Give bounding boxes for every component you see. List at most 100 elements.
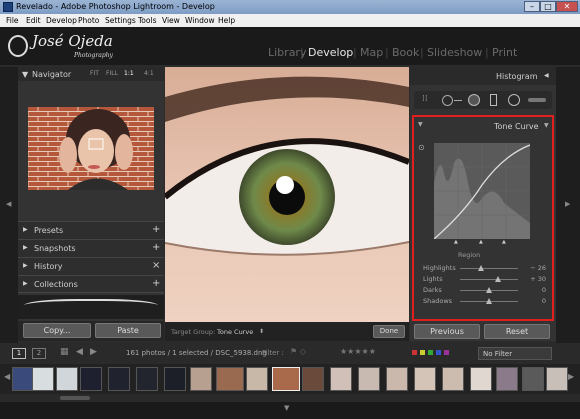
filmstrip-thumb-selected[interactable]: [272, 367, 300, 391]
back-arrow-icon[interactable]: ◀: [76, 347, 83, 357]
red-eye-icon[interactable]: [468, 94, 480, 106]
module-book[interactable]: Book: [392, 46, 419, 59]
radial-filter-icon[interactable]: [508, 94, 520, 106]
zoom-fit[interactable]: FIT: [90, 70, 99, 77]
previous-button[interactable]: Previous: [414, 324, 480, 339]
filmstrip-scrollbar-thumb[interactable]: [60, 396, 90, 400]
adjustment-brush-icon[interactable]: [528, 98, 546, 102]
collections-add-button[interactable]: +: [152, 278, 160, 289]
paste-button[interactable]: Paste: [95, 323, 161, 338]
filmstrip-thumb[interactable]: [56, 367, 78, 391]
filmstrip-thumb[interactable]: [386, 367, 408, 391]
highlights-value[interactable]: − 26: [530, 264, 546, 272]
navigator-preview[interactable]: [28, 107, 154, 190]
shadows-value[interactable]: 0: [542, 297, 546, 305]
filmstrip-thumb[interactable]: [108, 367, 130, 391]
filmstrip-thumb[interactable]: [136, 367, 158, 391]
filmstrip-scroll-left-icon[interactable]: ◀: [4, 372, 10, 381]
reset-button[interactable]: Reset: [484, 324, 550, 339]
menu-photo[interactable]: Photo: [78, 14, 99, 27]
maximize-button[interactable]: □: [540, 1, 556, 12]
menu-settings[interactable]: Settings: [105, 14, 136, 27]
presets-section[interactable]: ▶ Presets +: [18, 221, 164, 239]
module-develop[interactable]: Develop: [308, 46, 353, 59]
filmstrip-thumb[interactable]: [358, 367, 380, 391]
filmstrip-thumb[interactable]: [32, 367, 54, 391]
menu-develop[interactable]: Develop: [46, 14, 77, 27]
filmstrip-thumb[interactable]: [12, 367, 34, 391]
collections-section[interactable]: ▶ Collections +: [18, 275, 164, 293]
filmstrip-thumb[interactable]: [246, 367, 268, 391]
lights-slider[interactable]: Lights + 30: [423, 275, 546, 284]
shadows-slider[interactable]: Shadows 0: [423, 297, 546, 306]
filmstrip-thumb[interactable]: [164, 367, 186, 391]
flag-filter-icon[interactable]: ⚑ ◇: [290, 347, 306, 356]
lights-knob[interactable]: [494, 276, 501, 282]
zoom-4-1[interactable]: 4:1: [144, 70, 154, 77]
menu-file[interactable]: File: [6, 14, 19, 27]
darks-value[interactable]: 0: [542, 286, 546, 294]
filmstrip-thumb[interactable]: [216, 367, 244, 391]
tone-curve-graph[interactable]: [433, 143, 531, 240]
filmstrip-thumb[interactable]: [190, 367, 212, 391]
page-1-button[interactable]: 1: [12, 348, 26, 359]
histogram-collapse-icon[interactable]: ◀: [544, 72, 549, 79]
presets-add-button[interactable]: +: [152, 224, 160, 235]
zoom-1-1[interactable]: 1:1: [124, 70, 134, 77]
menu-view[interactable]: View: [162, 14, 180, 27]
minimize-button[interactable]: –: [524, 1, 540, 12]
menu-window[interactable]: Window: [185, 14, 215, 27]
tone-curve-menu-icon[interactable]: ▼: [544, 122, 549, 129]
snapshots-section[interactable]: ▶ Snapshots +: [18, 239, 164, 257]
crop-icon[interactable]: ⁞⁞: [422, 94, 428, 104]
spot-removal-icon[interactable]: [442, 95, 453, 106]
page-2-button[interactable]: 2: [32, 348, 46, 359]
filmstrip-info[interactable]: 161 photos / 1 selected / DSC_5938.dng: [126, 349, 267, 357]
split-shadow-handle-icon[interactable]: ▲: [454, 239, 458, 245]
filmstrip-thumb[interactable]: [496, 367, 518, 391]
zoom-fill[interactable]: FILL: [106, 70, 118, 77]
left-collapse-arrow-icon[interactable]: ◀: [6, 200, 11, 208]
tone-curve-collapse-icon[interactable]: ▼: [418, 121, 423, 128]
module-print[interactable]: Print: [492, 46, 517, 59]
menu-tools[interactable]: Tools: [138, 14, 156, 27]
module-map[interactable]: Map: [360, 46, 383, 59]
navigator-header[interactable]: ▼ Navigator FIT FILL 1:1 4:1: [18, 67, 164, 81]
filmstrip-thumb[interactable]: [80, 367, 102, 391]
main-image[interactable]: [165, 67, 409, 322]
menu-edit[interactable]: Edit: [26, 14, 41, 27]
filter-select[interactable]: No Filter: [478, 347, 552, 360]
histogram-header[interactable]: Histogram ◀: [410, 67, 556, 85]
split-mid-handle-icon[interactable]: ▲: [479, 239, 483, 245]
lights-value[interactable]: + 30: [530, 275, 546, 283]
copy-button[interactable]: Copy...: [23, 323, 91, 338]
highlights-slider[interactable]: Highlights − 26: [423, 264, 546, 273]
star-filter-icon[interactable]: ★★★★★: [340, 347, 376, 356]
forward-arrow-icon[interactable]: ▶: [90, 347, 97, 357]
snapshots-add-button[interactable]: +: [152, 242, 160, 253]
filmstrip-thumb[interactable]: [302, 367, 324, 391]
history-clear-button[interactable]: ×: [152, 260, 160, 271]
highlights-knob[interactable]: [478, 265, 485, 271]
split-highlight-handle-icon[interactable]: ▲: [502, 239, 506, 245]
filmstrip-scroll-right-icon[interactable]: ▶: [568, 372, 574, 381]
filmstrip-thumb[interactable]: [330, 367, 352, 391]
target-group-select[interactable]: Tone Curve: [217, 328, 253, 336]
filmstrip-thumb[interactable]: [546, 367, 568, 391]
darks-slider[interactable]: Darks 0: [423, 286, 546, 295]
grid-view-icon[interactable]: ▦: [60, 347, 69, 357]
history-section[interactable]: ▶ History ×: [18, 257, 164, 275]
color-label-filter[interactable]: [412, 350, 462, 356]
filmstrip-thumb[interactable]: [442, 367, 464, 391]
module-slideshow[interactable]: Slideshow: [427, 46, 482, 59]
shadows-knob[interactable]: [486, 298, 492, 304]
target-adjust-icon[interactable]: ⊙: [418, 143, 425, 152]
filmstrip-thumb[interactable]: [414, 367, 436, 391]
close-button[interactable]: ✕: [556, 1, 578, 12]
graduated-filter-icon[interactable]: [490, 94, 497, 106]
menu-help[interactable]: Help: [218, 14, 235, 27]
filmstrip-collapse-icon[interactable]: ▼: [284, 404, 289, 412]
darks-knob[interactable]: [486, 287, 492, 293]
filmstrip-thumb[interactable]: [470, 367, 492, 391]
right-collapse-arrow-icon[interactable]: ▶: [565, 200, 570, 208]
